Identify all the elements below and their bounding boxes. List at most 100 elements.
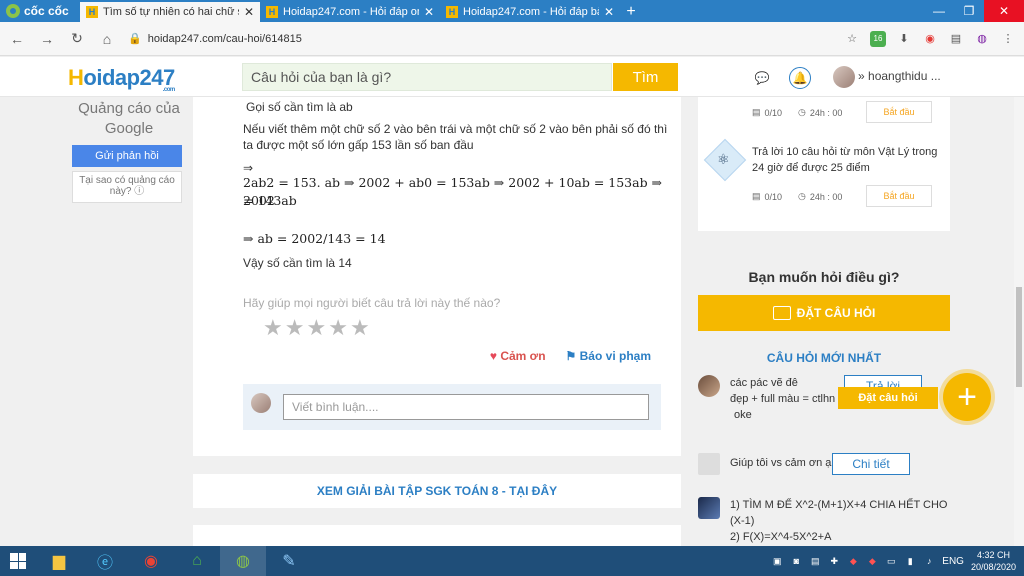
- tab-close-icon[interactable]: ✕: [424, 5, 434, 19]
- task-1-start-button[interactable]: Bắt đầu: [866, 101, 932, 123]
- url-field[interactable]: 🔒 hoidap247.com/cau-hoi/614815: [128, 26, 832, 52]
- language-indicator[interactable]: ENG: [942, 556, 964, 567]
- comment-input[interactable]: Viết bình luận....: [283, 394, 649, 420]
- star-icon[interactable]: ★: [263, 317, 283, 339]
- user-avatar[interactable]: [833, 66, 855, 88]
- task-1-meta: ▤ 0/10 ◷ 24h : 00: [752, 107, 843, 118]
- extension-bars-icon[interactable]: ▤: [948, 31, 964, 47]
- extension-circle-icon[interactable]: ◉: [922, 31, 938, 47]
- tray-app-icon[interactable]: ▣: [771, 555, 783, 567]
- tab-close-icon[interactable]: ✕: [244, 5, 254, 19]
- volume-icon[interactable]: ♪: [923, 555, 935, 567]
- question-avatar[interactable]: [698, 375, 720, 397]
- home-icon[interactable]: ⌂: [98, 31, 116, 47]
- star-icon[interactable]: ★: [328, 317, 348, 339]
- question-avatar[interactable]: [698, 453, 720, 475]
- menu-icon[interactable]: ⋮: [1000, 31, 1016, 47]
- coccoc-icon[interactable]: ◍: [220, 546, 266, 576]
- right-sidebar: ▤ 0/10 ◷ 24h : 00 Bắt đầu ⚛ Trả lời 10 câu…: [698, 97, 950, 546]
- document-icon: ▤: [752, 191, 761, 201]
- file-explorer-icon[interactable]: ▆: [36, 546, 82, 576]
- download-icon[interactable]: ⬇: [896, 31, 912, 47]
- page-scrollbar[interactable]: [1014, 97, 1024, 546]
- paint-icon[interactable]: ✎: [266, 546, 312, 576]
- ask-heading: Bạn muốn hỏi điều gì?: [748, 269, 900, 285]
- star-icon[interactable]: ★: [306, 317, 326, 339]
- equation-1: 2ab2 = 153. ab ⇒ 2002 + ab0 = 153ab ⇒ 20…: [243, 175, 663, 208]
- ask-question-button[interactable]: ĐẶT CÂU HỎI: [698, 295, 950, 331]
- coccoc-logo-icon: [6, 4, 20, 18]
- bell-icon[interactable]: 🔔: [789, 67, 811, 89]
- tray-app-icon[interactable]: ◙: [790, 555, 802, 567]
- restore-icon[interactable]: ❐: [954, 0, 984, 22]
- tray-app-icon[interactable]: ◆: [847, 555, 859, 567]
- browser-brand[interactable]: cốc cốc: [0, 0, 80, 22]
- equation-2: = 143ab: [243, 193, 297, 208]
- answer-line-1: Gọi số cần tìm là ab: [246, 100, 353, 114]
- window-controls: — ❐ ✕: [924, 0, 1024, 22]
- task-2-text: Trả lời 10 câu hỏi từ môn Vật Lý trong 2…: [752, 146, 938, 174]
- new-tab-button[interactable]: +: [620, 2, 642, 22]
- details-button[interactable]: Chi tiết: [832, 453, 910, 475]
- question-text[interactable]: Giúp tôi vs cảm ơn ạ: [730, 455, 831, 471]
- tab-3[interactable]: H Hoidap247.com - Hỏi đáp bài ✕: [440, 2, 620, 22]
- extension-badge-icon[interactable]: 16: [870, 30, 886, 47]
- atom-icon: ⚛: [717, 151, 730, 167]
- signal-icon[interactable]: ▮: [904, 555, 916, 567]
- bookmark-star-icon[interactable]: ☆: [844, 31, 860, 47]
- tab-close-icon[interactable]: ✕: [604, 5, 614, 19]
- question-avatar[interactable]: [698, 497, 720, 519]
- page-content: Quảng cáo của Google Gửi phản hồi Tại sa…: [0, 97, 1024, 546]
- task-card: ▤ 0/10 ◷ 24h : 00 Bắt đầu ⚛ Trả lời 10 câu…: [698, 97, 950, 231]
- ad-feedback-button[interactable]: Gửi phản hồi: [72, 145, 182, 167]
- answer-line-2a: Nếu viết thêm một chữ số 2 vào bên trái …: [243, 122, 668, 136]
- chrome-icon[interactable]: ◉: [128, 546, 174, 576]
- report-button[interactable]: ⚑ Báo vi phạm: [566, 349, 651, 363]
- extension-profile-icon[interactable]: ◍: [974, 31, 990, 47]
- start-button[interactable]: [0, 546, 36, 576]
- search-button[interactable]: Tìm: [613, 63, 678, 91]
- document-icon: ▤: [752, 107, 761, 117]
- scrollbar-thumb[interactable]: [1016, 287, 1022, 387]
- chat-icon[interactable]: 💬: [751, 67, 773, 89]
- tab-title: Hoidap247.com - Hỏi đáp bài: [463, 6, 599, 18]
- extensions: ☆ 16 ⬇ ◉ ▤ ◍ ⋮: [844, 30, 1016, 47]
- lock-icon: 🔒: [128, 33, 142, 45]
- tab-title: Hoidap247.com - Hỏi đáp on: [283, 6, 419, 18]
- app-house-icon[interactable]: ⌂: [174, 546, 220, 576]
- forward-icon[interactable]: →: [38, 31, 56, 47]
- task-2-start-button[interactable]: Bắt đầu: [866, 185, 932, 207]
- next-card: [193, 525, 681, 546]
- tray-app-icon[interactable]: ◆: [866, 555, 878, 567]
- star-icon[interactable]: ★: [285, 317, 305, 339]
- site-logo[interactable]: Hoidap247 .com: [68, 65, 175, 93]
- tray-app-icon[interactable]: ▭: [885, 555, 897, 567]
- search-input[interactable]: Câu hỏi của bạn là gì?: [242, 63, 612, 91]
- hoidap-favicon-icon: H: [86, 6, 98, 18]
- windows-taskbar: ▆ ⓔ ◉ ⌂ ◍ ✎ ▣ ◙ ▤ ✚ ◆ ◆ ▭ ▮ ♪ ENG 4:32 C…: [0, 546, 1024, 576]
- close-window-icon[interactable]: ✕: [984, 0, 1024, 22]
- thanks-button[interactable]: ♥ Cảm ơn: [490, 349, 546, 363]
- question-text[interactable]: 1) TÌM M ĐỂ X^2-(M+1)X+4 CHIA HẾT CHO (X…: [730, 497, 947, 545]
- browser-brand-label: cốc cốc: [24, 4, 69, 18]
- tab-2[interactable]: H Hoidap247.com - Hỏi đáp on ✕: [260, 2, 440, 22]
- minimize-icon[interactable]: —: [924, 0, 954, 22]
- tray-app-icon[interactable]: ▤: [809, 555, 821, 567]
- ad-why-button[interactable]: Tại sao có quảng cáo này? ⓘ: [72, 171, 182, 203]
- heart-icon: ♥: [489, 349, 497, 363]
- back-icon[interactable]: ←: [8, 31, 26, 47]
- internet-explorer-icon[interactable]: ⓔ: [82, 546, 128, 576]
- answer-line-2b: ta được một số lớn gấp 153 lần số ban đầ…: [243, 138, 474, 152]
- star-icon[interactable]: ★: [350, 317, 370, 339]
- clock[interactable]: 4:32 CH 20/08/2020: [971, 549, 1016, 573]
- question-text[interactable]: các pác vẽ đê đẹp + full màu = ctlhn oke: [730, 375, 835, 423]
- fab-label[interactable]: Đặt câu hỏi: [838, 387, 938, 409]
- username[interactable]: » hoangthidu ...: [858, 69, 941, 83]
- fab-add-question-button[interactable]: +: [943, 373, 991, 421]
- tab-1[interactable]: H Tìm số tự nhiên có hai chữ số ✕: [80, 2, 260, 22]
- tab-title: Tìm số tự nhiên có hai chữ số: [103, 6, 239, 18]
- hoidap-favicon-icon: H: [266, 6, 278, 18]
- sgk-promo-link[interactable]: XEM GIẢI BÀI TẬP SGK TOÁN 8 - TẠI ĐÂY: [193, 474, 681, 508]
- reload-icon[interactable]: ↻: [68, 30, 86, 47]
- tray-shield-icon[interactable]: ✚: [828, 555, 840, 567]
